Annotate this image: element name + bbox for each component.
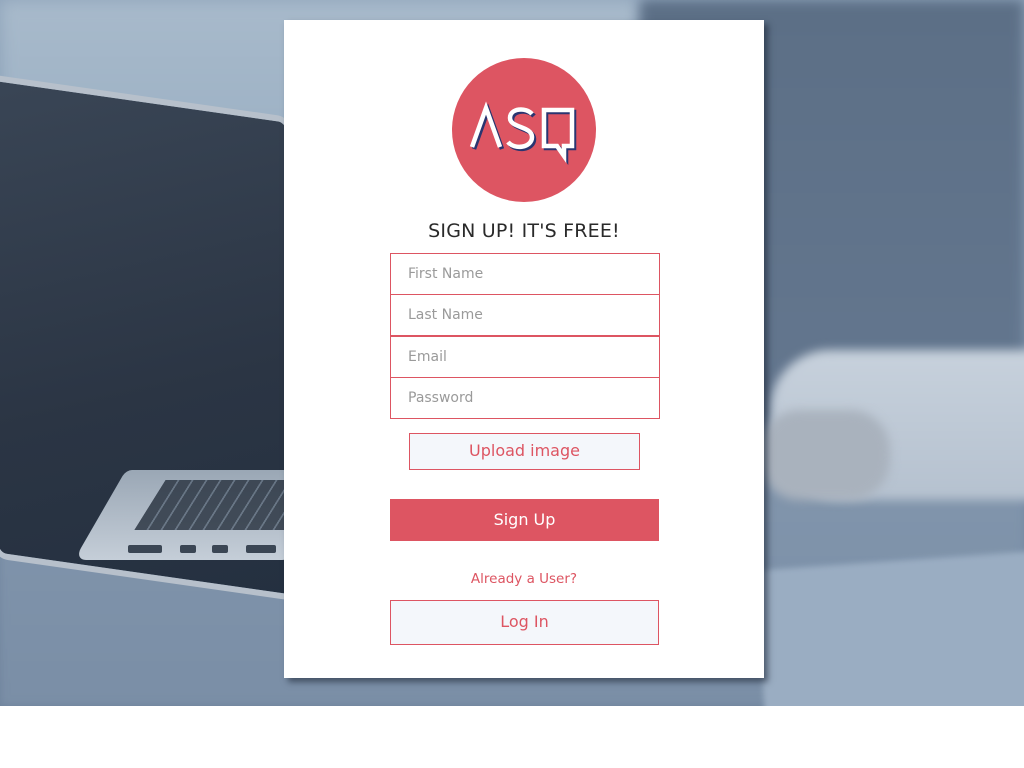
email-field[interactable] (390, 336, 660, 378)
first-name-field[interactable] (390, 253, 660, 295)
brand-logo (452, 58, 596, 202)
signup-card: SIGN UP! IT'S FREE! Upload image Sign Up… (284, 20, 764, 678)
laptop-port (246, 545, 276, 553)
laptop-port (212, 545, 228, 553)
laptop-port (180, 545, 196, 553)
background-paper (754, 549, 1024, 706)
password-input[interactable] (391, 378, 659, 418)
last-name-input[interactable] (391, 295, 659, 335)
email-input[interactable] (391, 337, 659, 377)
log-in-button[interactable]: Log In (390, 600, 659, 645)
background-hand (760, 410, 890, 500)
upload-image-button[interactable]: Upload image (409, 433, 640, 470)
first-name-input[interactable] (391, 254, 659, 294)
password-field[interactable] (390, 377, 660, 419)
signup-title: SIGN UP! IT'S FREE! (428, 220, 620, 242)
already-user-link[interactable]: Already a User? (284, 571, 764, 587)
last-name-field[interactable] (390, 294, 660, 336)
laptop-port (128, 545, 162, 553)
sign-up-button[interactable]: Sign Up (390, 499, 659, 541)
brand-logo-mark (469, 101, 577, 166)
